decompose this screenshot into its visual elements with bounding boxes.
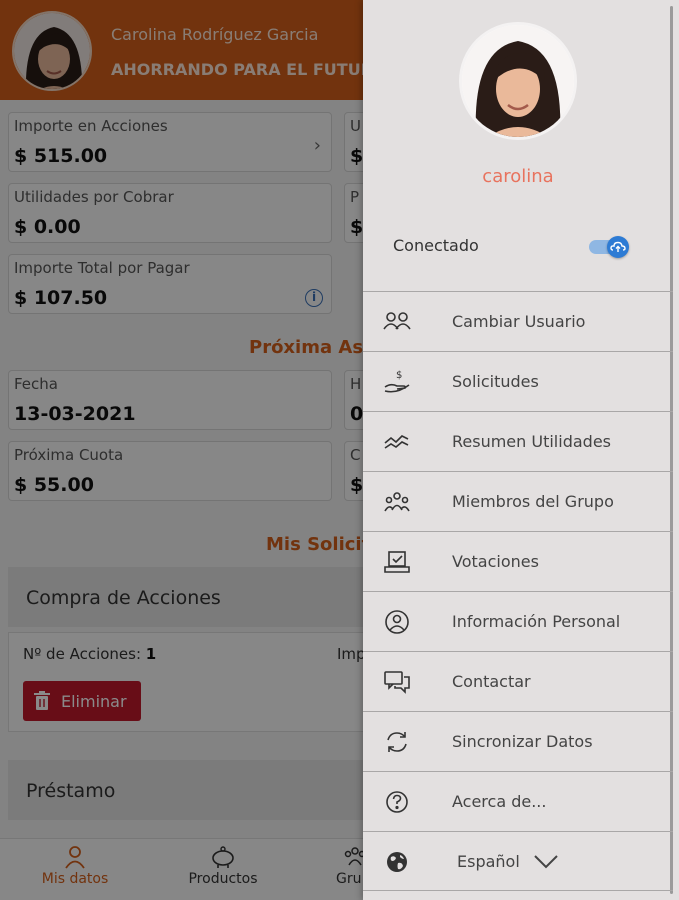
help-icon — [386, 791, 408, 813]
menu-label: Acerca de... — [452, 792, 547, 811]
menu-item-acerca-de[interactable]: Acerca de... — [363, 771, 673, 831]
trend-chart-icon — [384, 435, 409, 449]
chat-icon — [384, 671, 410, 694]
menu-item-informacion-personal[interactable]: Información Personal — [363, 591, 673, 651]
menu-item-miembros-grupo[interactable]: Miembros del Grupo — [363, 471, 673, 531]
user-circle-icon — [385, 610, 409, 634]
ballot-icon — [384, 551, 410, 573]
hand-money-icon: $ — [384, 370, 410, 393]
menu-item-cambiar-usuario[interactable]: Cambiar Usuario — [363, 291, 673, 351]
menu-label: Miembros del Grupo — [452, 492, 614, 511]
menu-item-resumen-utilidades[interactable]: Resumen Utilidades — [363, 411, 673, 471]
menu-item-votaciones[interactable]: Votaciones — [363, 531, 673, 591]
menu-label: Información Personal — [452, 612, 621, 631]
switch-user-icon — [383, 312, 411, 330]
menu-item-language[interactable]: Español — [363, 831, 673, 891]
globe-icon — [387, 852, 407, 872]
menu-item-solicitudes[interactable]: $ Solicitudes — [363, 351, 673, 411]
drawer-avatar[interactable] — [459, 22, 577, 140]
sync-icon — [387, 732, 407, 752]
menu-label: Resumen Utilidades — [452, 432, 611, 451]
menu-label: Cambiar Usuario — [452, 312, 586, 331]
menu-label: Sincronizar Datos — [452, 732, 593, 751]
cloud-upload-icon — [607, 236, 629, 258]
connection-toggle[interactable] — [589, 236, 631, 258]
menu-item-contactar[interactable]: Contactar — [363, 651, 673, 711]
group-members-icon — [384, 492, 410, 512]
menu-label: Votaciones — [452, 552, 539, 571]
connection-label: Conectado — [393, 236, 479, 255]
menu-item-sincronizar-datos[interactable]: Sincronizar Datos — [363, 711, 673, 771]
language-label: Español — [457, 851, 520, 871]
chevron-down-icon — [534, 855, 558, 869]
navigation-drawer: carolina Conectado Cambiar Usuario $ Sol… — [363, 0, 679, 900]
svg-text:$: $ — [396, 370, 402, 381]
drawer-username: carolina — [482, 166, 554, 187]
menu-label: Solicitudes — [452, 372, 539, 391]
menu-label: Contactar — [452, 672, 531, 691]
drawer-menu: Cambiar Usuario $ Solicitudes Resumen Ut… — [363, 291, 673, 891]
